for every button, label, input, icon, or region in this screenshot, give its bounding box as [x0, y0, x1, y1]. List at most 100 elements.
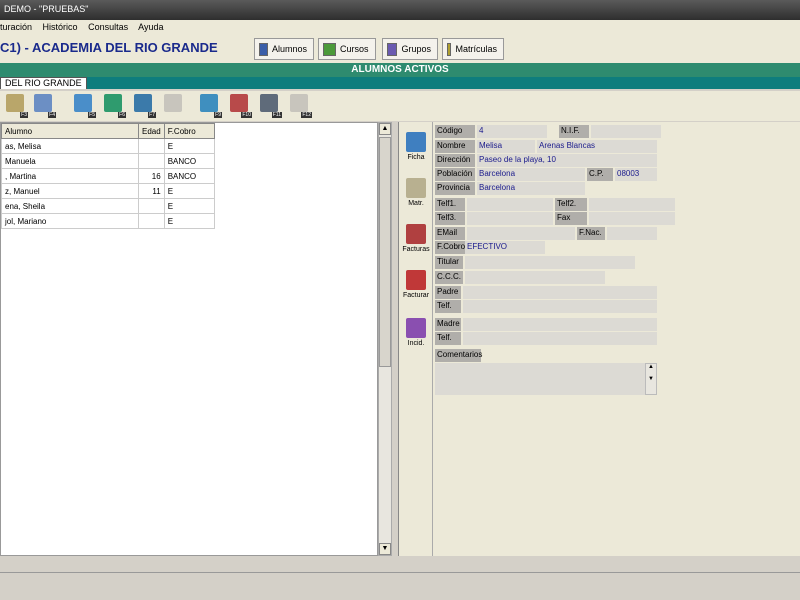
invoices-icon: [406, 224, 426, 244]
direccion-field[interactable]: Paseo de la playa, 10: [477, 154, 657, 167]
tab-facturar-label: Facturar: [402, 292, 430, 299]
table-header-row: Alumno Edad F.Cobro: [1, 123, 215, 139]
nif-label: N.I.F.: [559, 125, 589, 138]
tab-matr[interactable]: Matr.: [401, 178, 431, 207]
telf2-label: Telf2.: [555, 198, 587, 211]
cell-alumno: Manuela: [1, 153, 139, 169]
alumnos-button[interactable]: Alumnos: [254, 38, 314, 60]
students-list-panel: Alumno Edad F.Cobro as, Melisa E Manuela B…: [0, 122, 378, 556]
toolbar-button-f11[interactable]: F11: [260, 94, 282, 118]
poblacion-field[interactable]: Barcelona: [477, 168, 585, 181]
telf-padre-field[interactable]: [463, 300, 657, 313]
section-title: ALUMNOS ACTIVOS: [0, 63, 800, 77]
enrollment-card-icon: [406, 178, 426, 198]
tab-incid-label: Incid.: [407, 340, 425, 347]
telf2-field[interactable]: [589, 198, 675, 211]
cell-edad: [138, 138, 165, 154]
menu-historico[interactable]: Histórico: [43, 22, 78, 32]
students-icon: [259, 42, 268, 56]
invoice-icon: [406, 270, 426, 290]
table-row[interactable]: jol, Mariano E: [1, 213, 215, 229]
cp-field[interactable]: 08003: [615, 168, 657, 181]
tab-matr-label: Matr.: [408, 200, 424, 207]
table-row[interactable]: z, Manuel 11 E: [1, 183, 215, 199]
toolbar-button-f6[interactable]: F6: [104, 94, 126, 118]
madre-field[interactable]: [463, 318, 657, 331]
scroll-down-icon[interactable]: ▼: [379, 543, 391, 555]
fcobro-field[interactable]: EFECTIVO: [465, 241, 545, 254]
scroll-thumb[interactable]: [379, 137, 391, 367]
col-fcobro[interactable]: F.Cobro: [163, 123, 215, 139]
chevron-down-icon[interactable]: ▼: [648, 376, 654, 382]
telf-madre-field[interactable]: [463, 332, 657, 345]
cell-fcobro: E: [163, 198, 215, 214]
tab-strip-bar: [0, 77, 800, 89]
tab-ficha[interactable]: Ficha: [401, 132, 431, 161]
toolbar-button-f4[interactable]: F4: [34, 94, 56, 118]
comentarios-scrollbar[interactable]: ▲ ▼: [645, 363, 657, 395]
toolbar-button-f7[interactable]: F7: [134, 94, 156, 118]
scroll-up-icon[interactable]: ▲: [379, 123, 391, 135]
col-alumno[interactable]: Alumno: [1, 123, 139, 139]
padre-field[interactable]: [463, 286, 657, 299]
cursos-button[interactable]: Cursos: [318, 38, 376, 60]
cell-alumno: ena, Sheila: [1, 198, 139, 214]
menu-consultas[interactable]: Consultas: [88, 22, 128, 32]
toolbar-button-f3[interactable]: F3: [6, 94, 28, 118]
student-detail-panel: Ficha Matr. Facturas Facturar Incid. Cód…: [398, 122, 800, 556]
chevron-up-icon[interactable]: ▲: [648, 364, 654, 370]
col-edad[interactable]: Edad: [138, 123, 165, 139]
nombre-field[interactable]: Melisa: [477, 140, 535, 153]
list-scrollbar[interactable]: ▲ ▼: [378, 122, 392, 556]
cell-alumno: jol, Mariano: [1, 213, 139, 229]
tab-facturar[interactable]: Facturar: [401, 270, 431, 299]
apellidos-field[interactable]: Arenas Blancas: [537, 140, 657, 153]
key-label: F12: [301, 112, 312, 118]
table-row[interactable]: , Martina 16 BANCO: [1, 168, 215, 184]
telf3-field[interactable]: [467, 212, 553, 225]
poblacion-label: Población: [435, 168, 475, 181]
profile-icon: [406, 132, 426, 152]
key-label: F4: [48, 112, 56, 118]
tab-incid[interactable]: Incid.: [401, 318, 431, 347]
telf3-label: Telf3.: [435, 212, 465, 225]
nombre-label: Nombre: [435, 140, 475, 153]
toolbar-button-f9[interactable]: F9: [200, 94, 222, 118]
toolbar-button-disabled: [164, 94, 186, 118]
fnac-field[interactable]: [607, 227, 657, 240]
menu-ayuda[interactable]: Ayuda: [138, 22, 163, 32]
fax-field[interactable]: [589, 212, 675, 225]
academy-tab[interactable]: DEL RIO GRANDE: [0, 77, 87, 89]
table-row[interactable]: as, Melisa E: [1, 138, 215, 154]
key-label: F5: [88, 112, 96, 118]
students-table: Alumno Edad F.Cobro as, Melisa E Manuela B…: [1, 123, 215, 229]
table-row[interactable]: ena, Sheila E: [1, 198, 215, 214]
cursos-label: Cursos: [340, 44, 369, 54]
menu-bar: turación Histórico Consultas Ayuda: [0, 20, 800, 35]
tab-facturas-label: Facturas: [402, 246, 430, 253]
ccc-label: C.C.C.: [435, 271, 463, 284]
email-field[interactable]: [467, 227, 575, 240]
app-header: C1) - ACADEMIA DEL RIO GRANDE Alumnos Cu…: [0, 35, 800, 63]
status-bar: [0, 572, 800, 600]
titular-label: Titular: [435, 256, 463, 269]
menu-facturacion[interactable]: turación: [0, 22, 32, 32]
direccion-label: Dirección: [435, 154, 475, 167]
ccc-field[interactable]: [465, 271, 605, 284]
toolbar-button-f5[interactable]: F5: [74, 94, 96, 118]
nif-field[interactable]: [591, 125, 661, 138]
toolbar-button-f10[interactable]: F10: [230, 94, 252, 118]
grupos-button[interactable]: Grupos: [382, 38, 438, 60]
matriculas-button[interactable]: Matrículas: [442, 38, 504, 60]
comentarios-field[interactable]: [435, 363, 645, 395]
cell-fcobro: E: [163, 183, 215, 199]
table-row[interactable]: Manuela BANCO: [1, 153, 215, 169]
list-icon: [6, 94, 24, 112]
tab-facturas[interactable]: Facturas: [401, 224, 431, 253]
telf1-field[interactable]: [467, 198, 553, 211]
titular-field[interactable]: [465, 256, 635, 269]
provincia-field[interactable]: Barcelona: [477, 182, 585, 195]
fnac-label: F.Nac.: [577, 227, 605, 240]
incident-icon: [406, 318, 426, 338]
codigo-field[interactable]: 4: [477, 125, 547, 138]
